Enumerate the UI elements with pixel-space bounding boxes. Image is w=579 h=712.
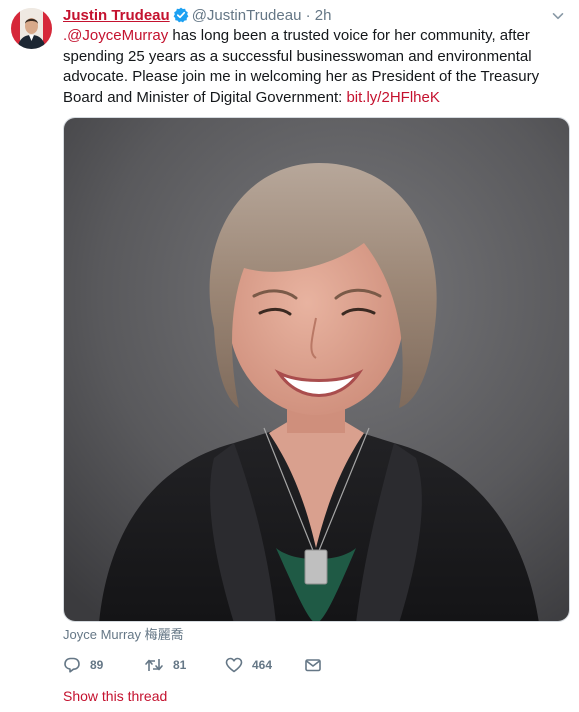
retweet-count: 81 — [173, 658, 187, 672]
reply-button[interactable]: 89 — [63, 654, 103, 676]
avatar-image — [11, 8, 52, 49]
tweet-text: .@JoyceMurray has long been a trusted vo… — [63, 26, 569, 108]
heart-icon — [225, 656, 243, 674]
timestamp[interactable]: 2h — [315, 7, 332, 24]
tweet-photo[interactable] — [63, 117, 570, 622]
reply-icon — [63, 656, 81, 674]
like-button[interactable]: 464 — [225, 654, 272, 676]
retweet-button[interactable]: 81 — [144, 654, 186, 676]
retweet-icon — [144, 656, 164, 674]
avatar[interactable] — [11, 8, 52, 49]
direct-message-button[interactable] — [304, 654, 322, 676]
tweet-actions: 89 81 464 — [63, 654, 363, 676]
author-handle[interactable]: @JustinTrudeau — [192, 7, 302, 24]
portrait-image — [64, 118, 569, 621]
url-link[interactable]: bit.ly/2HFlheK — [346, 89, 439, 106]
envelope-icon — [304, 656, 322, 674]
reply-count: 89 — [90, 658, 104, 672]
author-name[interactable]: Justin Trudeau — [63, 7, 170, 24]
photo-caption: Joyce Murray 梅麗喬 — [63, 627, 184, 642]
mention-link[interactable]: .@JoyceMurray — [63, 27, 168, 44]
tweet-header: Justin Trudeau @JustinTrudeau · 2h — [63, 6, 331, 26]
like-count: 464 — [252, 658, 273, 672]
verified-badge-icon — [173, 7, 189, 23]
show-thread-link[interactable]: Show this thread — [63, 688, 167, 705]
separator-dot: · — [305, 7, 311, 24]
chevron-down-icon[interactable] — [551, 9, 565, 23]
tweet-card: Justin Trudeau @JustinTrudeau · 2h .@Joyc… — [0, 0, 579, 712]
